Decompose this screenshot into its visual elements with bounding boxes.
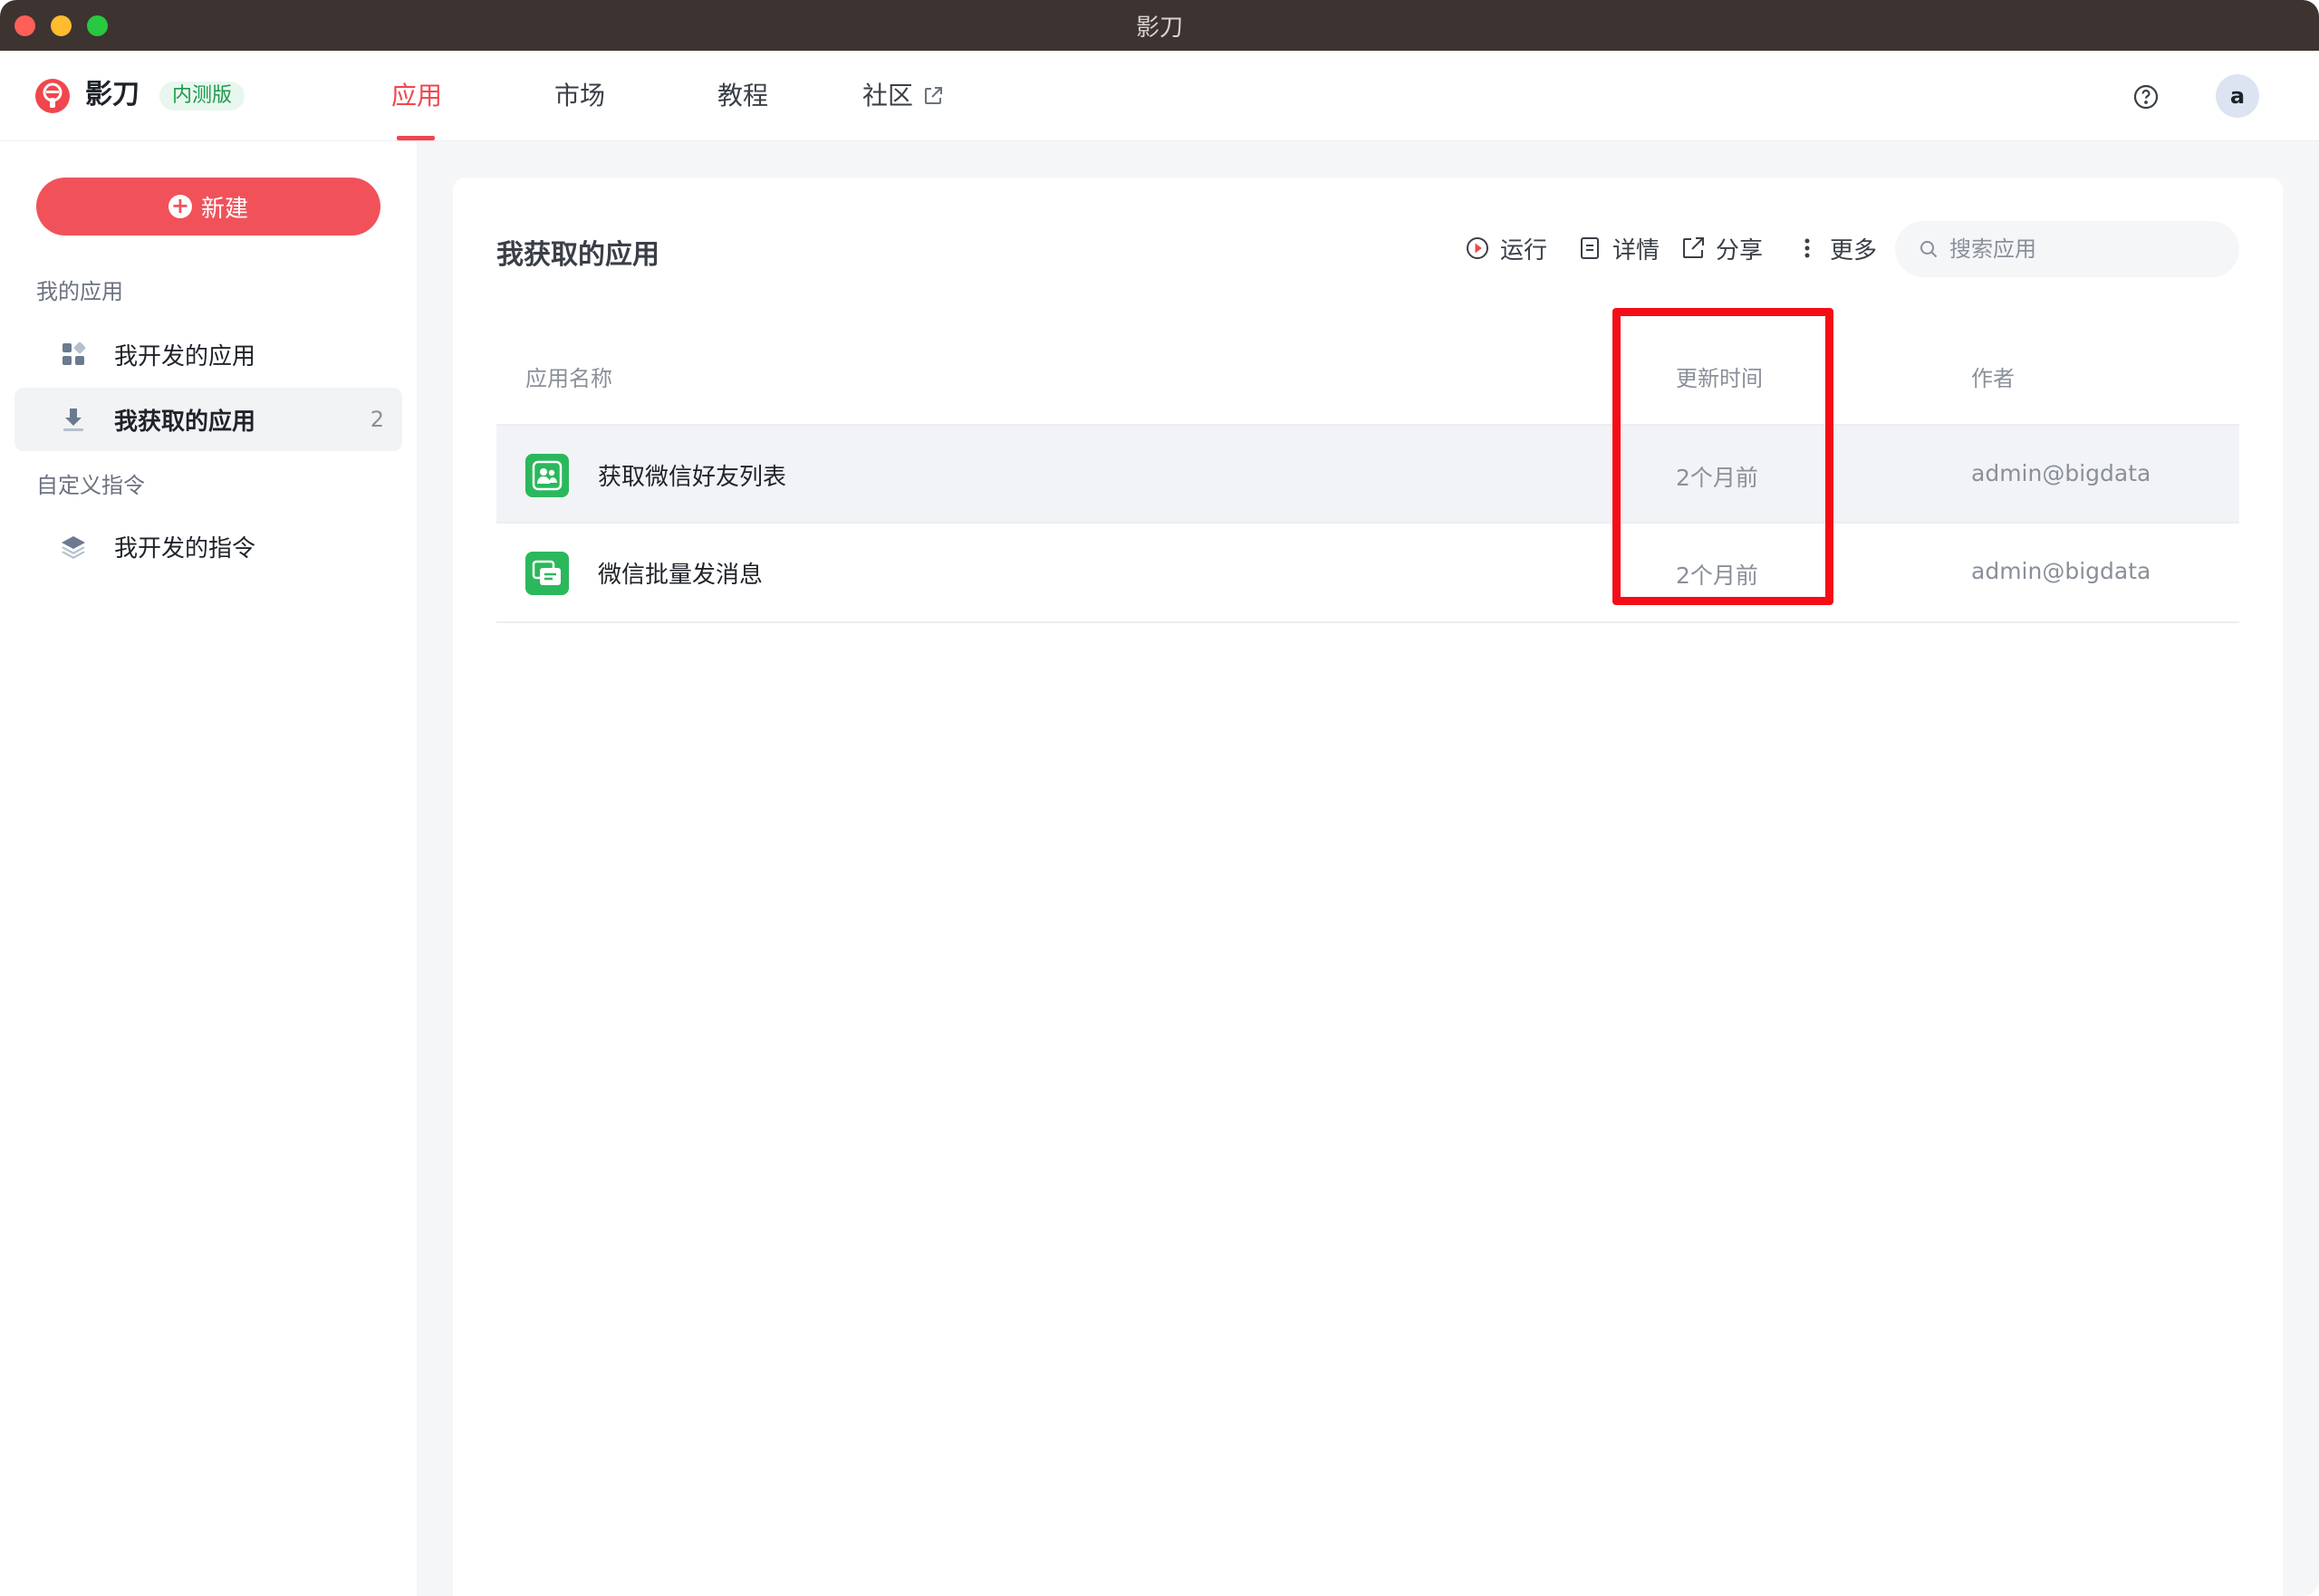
section-my-apps: 我的应用 — [36, 279, 123, 304]
run-button[interactable]: 运行 — [1464, 228, 1547, 268]
app-name: 获取微信好友列表 — [598, 464, 787, 491]
app-name: 微信批量发消息 — [598, 562, 764, 589]
layers-icon — [62, 536, 85, 559]
table-row[interactable]: 微信批量发消息 2个月前 admin@bigdata — [496, 524, 2239, 623]
document-icon — [1581, 237, 1599, 259]
apps-table: 应用名称 更新时间 作者 获取微信好友列表 2个月前 admin@bigdata… — [496, 328, 2239, 623]
sidebar-item-label: 我开发的指令 — [114, 534, 256, 562]
tab-tutorials[interactable]: 教程 — [717, 76, 768, 116]
table-header: 应用名称 更新时间 作者 — [496, 328, 2239, 424]
highlight-annotation-box — [1612, 308, 1833, 605]
sidebar-item-developed-commands[interactable]: 我开发的指令 — [14, 514, 402, 578]
main-area: 我获取的应用 运行 详情 分享 更多 搜索应用 应用名称 更新时间 作者 获取微… — [417, 141, 2319, 1596]
search-input[interactable] — [1949, 236, 2221, 262]
table-row[interactable]: 获取微信好友列表 2个月前 admin@bigdata — [496, 424, 2239, 524]
sidebar-item-developed-apps[interactable]: 我开发的应用 — [14, 322, 402, 386]
item-count-badge: 2 — [370, 407, 384, 432]
page-title: 我获取的应用 — [496, 239, 659, 271]
beta-badge: 内测版 — [159, 82, 245, 111]
help-icon[interactable] — [2132, 83, 2160, 111]
tab-market[interactable]: 市场 — [554, 76, 605, 116]
logo-icon — [35, 79, 70, 113]
app-contacts-icon — [525, 454, 569, 497]
download-icon — [63, 409, 83, 431]
more-label: 更多 — [1830, 236, 1878, 264]
external-link-icon[interactable] — [922, 85, 944, 107]
section-custom-commands: 自定义指令 — [36, 473, 145, 498]
share-icon — [1683, 237, 1704, 258]
sidebar: + 新建 我的应用 我开发的应用 我获取的应用 2 自定义指令 我开发的指令 — [0, 141, 417, 1596]
brand-name: 影刀 — [85, 79, 140, 111]
more-vertical-icon — [1804, 238, 1810, 258]
share-label: 分享 — [1716, 236, 1764, 264]
search-icon — [1920, 241, 1938, 258]
tab-apps[interactable]: 应用 — [391, 76, 442, 116]
details-label: 详情 — [1612, 236, 1660, 264]
search-box[interactable] — [1895, 221, 2239, 277]
sidebar-item-acquired-apps[interactable]: 我获取的应用 2 — [14, 388, 402, 451]
share-button[interactable]: 分享 — [1679, 228, 1763, 268]
close-window-button[interactable] — [14, 15, 35, 36]
top-nav: 影刀 内测版 应用 市场 教程 社区 a — [0, 51, 2319, 141]
new-button[interactable]: + 新建 — [36, 178, 380, 236]
play-circle-icon — [1467, 237, 1488, 259]
run-label: 运行 — [1500, 236, 1548, 264]
content-panel: 我获取的应用 运行 详情 分享 更多 搜索应用 应用名称 更新时间 作者 获取微… — [453, 178, 2283, 1596]
plus-icon: + — [168, 195, 192, 218]
new-button-label: 新建 — [200, 195, 248, 223]
sidebar-item-label: 我获取的应用 — [114, 408, 256, 436]
app-message-icon — [525, 552, 569, 595]
column-header-name[interactable]: 应用名称 — [525, 361, 612, 392]
details-button[interactable]: 详情 — [1576, 228, 1660, 268]
active-tab-indicator — [397, 136, 435, 140]
maximize-window-button[interactable] — [87, 15, 108, 36]
column-header-author[interactable]: 作者 — [1971, 361, 2015, 392]
user-avatar[interactable]: a — [2216, 74, 2259, 118]
more-button[interactable]: 更多 — [1794, 228, 1877, 268]
app-window: 影刀 影刀 内测版 应用 市场 教程 社区 a + 新建 我的应用 我开发的应用… — [0, 0, 2319, 1596]
app-author: admin@bigdata — [1971, 460, 2151, 486]
grid-apps-icon — [63, 341, 86, 365]
tab-community[interactable]: 社区 — [862, 76, 913, 116]
sidebar-item-label: 我开发的应用 — [114, 342, 256, 370]
title-bar: 影刀 — [0, 0, 2319, 51]
window-title: 影刀 — [1135, 14, 1183, 42]
app-author: admin@bigdata — [1971, 558, 2151, 584]
minimize-window-button[interactable] — [51, 15, 72, 36]
